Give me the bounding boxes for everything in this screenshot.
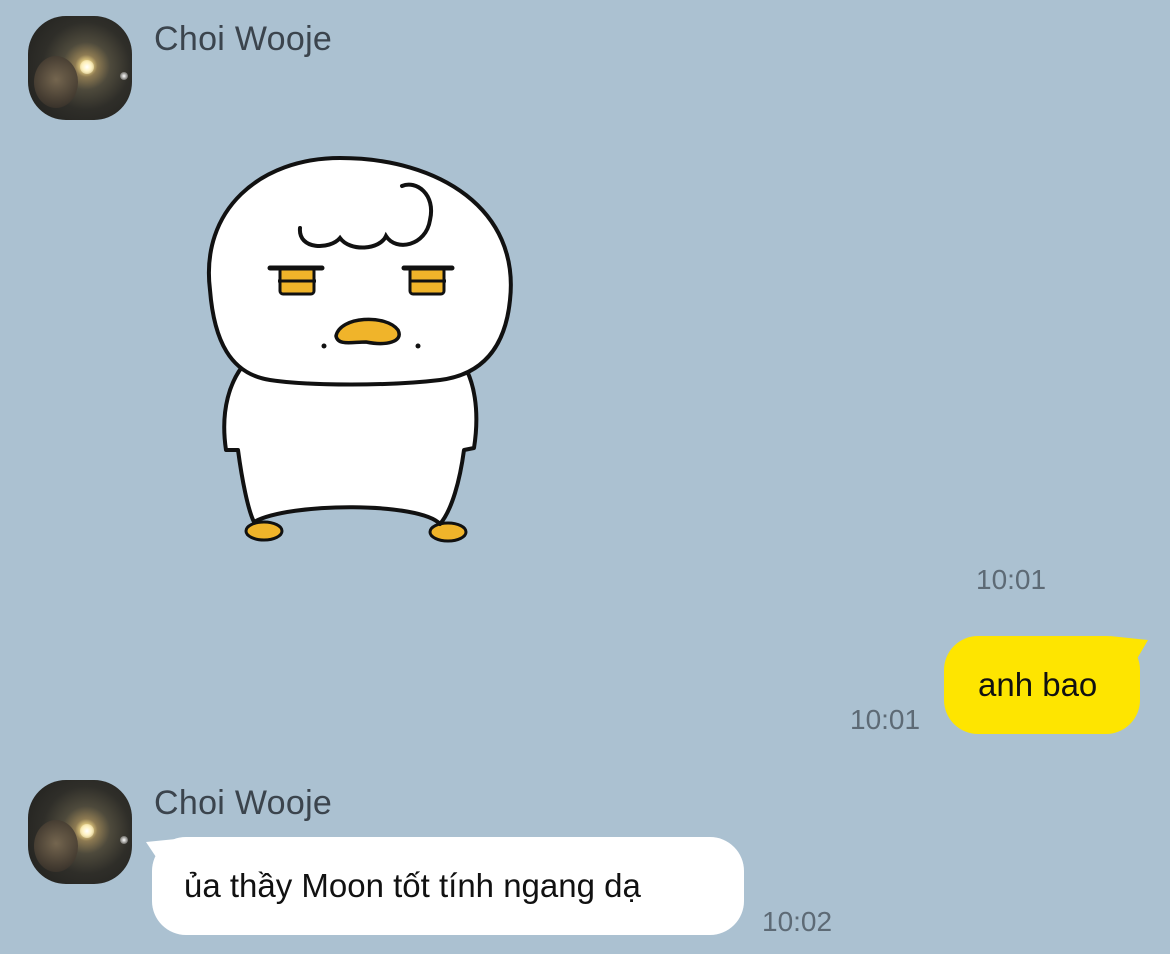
message-time: 10:02: [762, 906, 833, 937]
duck-sticker-icon[interactable]: [190, 150, 520, 550]
sender-avatar[interactable]: [28, 780, 132, 884]
bubble-tail-icon: [1110, 636, 1148, 664]
sender-name: Choi Wooje: [154, 784, 333, 822]
message-time: 10:01: [850, 704, 921, 735]
sender-name: Choi Wooje: [154, 20, 333, 58]
sender-avatar[interactable]: [28, 16, 132, 120]
message-text: ủa thầy Moon tốt tính ngang dạ: [184, 867, 641, 904]
message-text: anh bao: [978, 666, 1098, 703]
incoming-message-bubble[interactable]: ủa thầy Moon tốt tính ngang dạ: [152, 837, 744, 935]
message-time: 10:01: [976, 564, 1047, 595]
